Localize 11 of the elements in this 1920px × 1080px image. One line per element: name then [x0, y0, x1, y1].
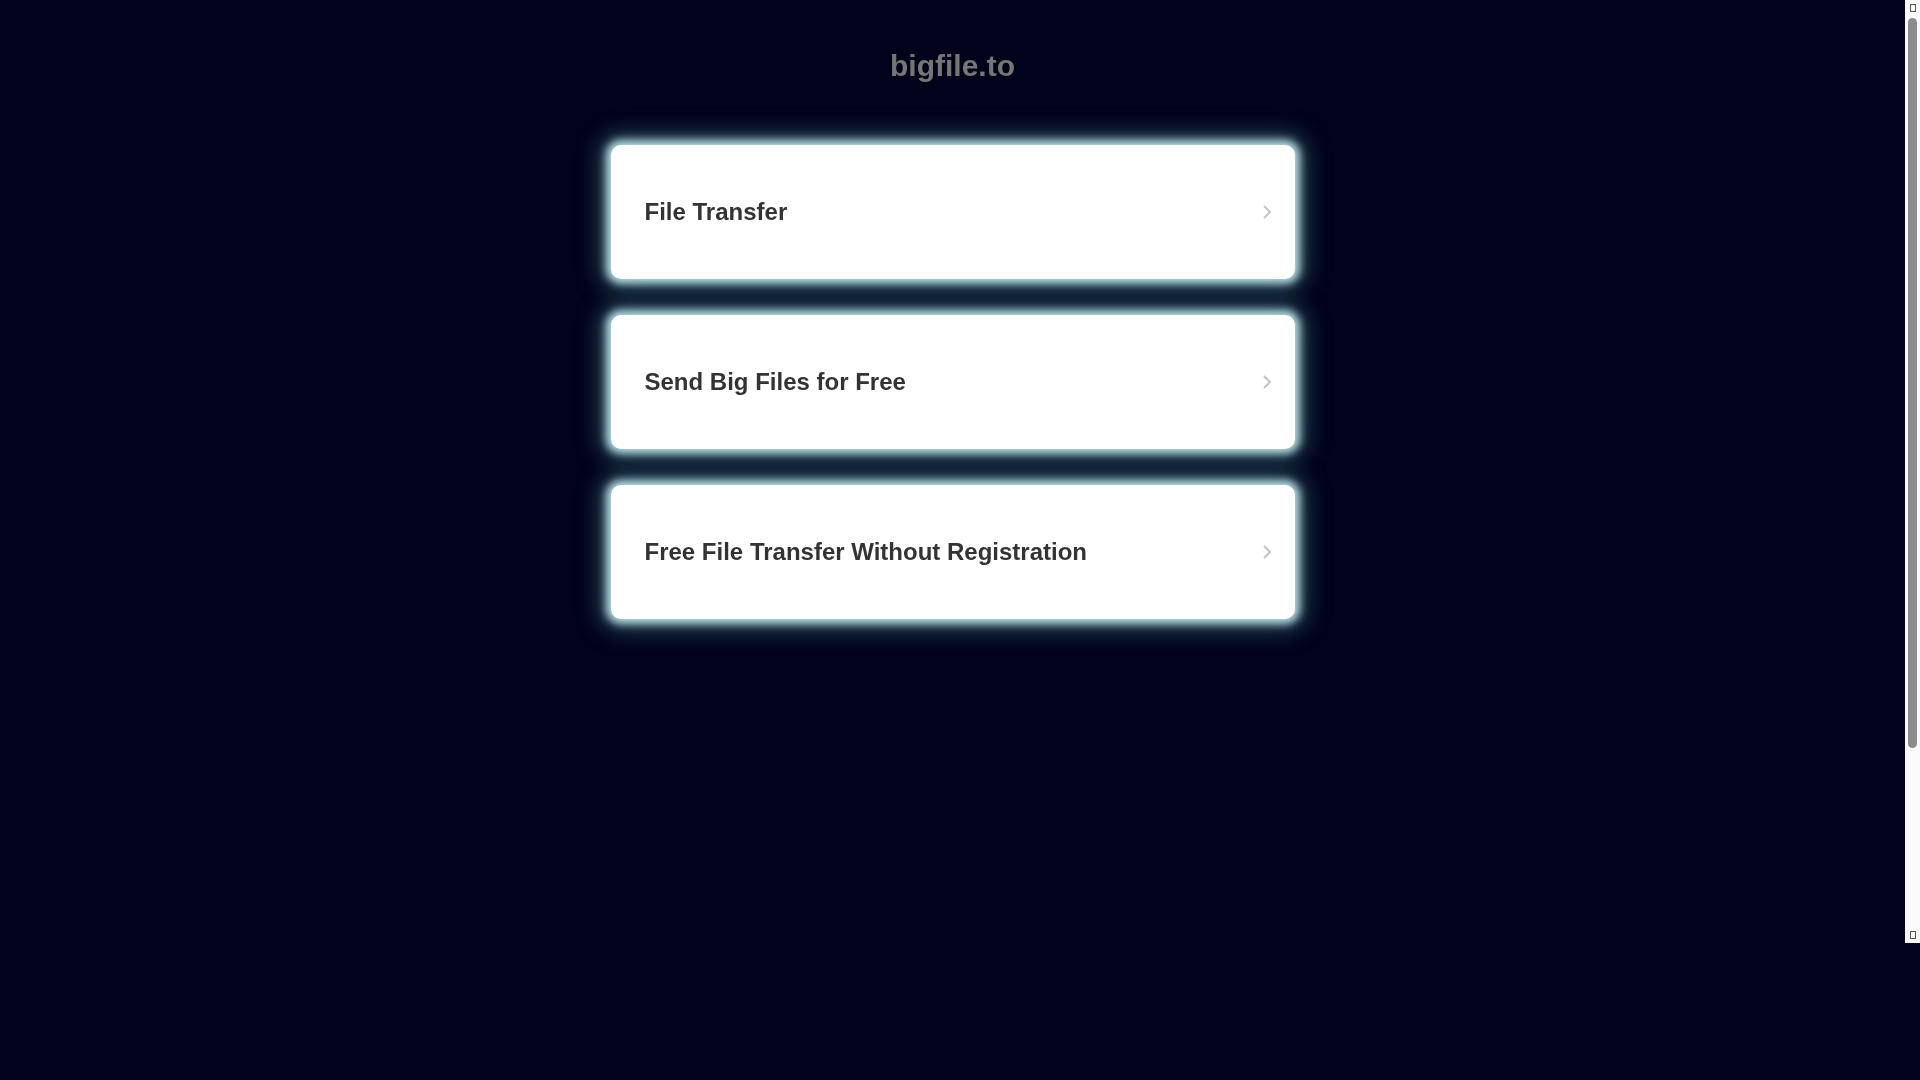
search-link[interactable]: Send Big Files for Free [610, 315, 1295, 449]
search-link[interactable]: Free File Transfer Without Registration [610, 485, 1295, 619]
scroll-down-button[interactable] [1909, 931, 1916, 939]
chevron-right-icon [1262, 545, 1271, 559]
scrollbar[interactable] [1905, 0, 1920, 943]
scrollbar-thumb[interactable] [1908, 18, 1917, 748]
chevron-right-icon [1262, 375, 1271, 389]
site-title: bigfile.to [890, 48, 1015, 84]
scroll-up-button[interactable] [1909, 4, 1916, 12]
search-link[interactable]: File Transfer [610, 145, 1295, 279]
chevron-right-icon [1262, 205, 1271, 219]
